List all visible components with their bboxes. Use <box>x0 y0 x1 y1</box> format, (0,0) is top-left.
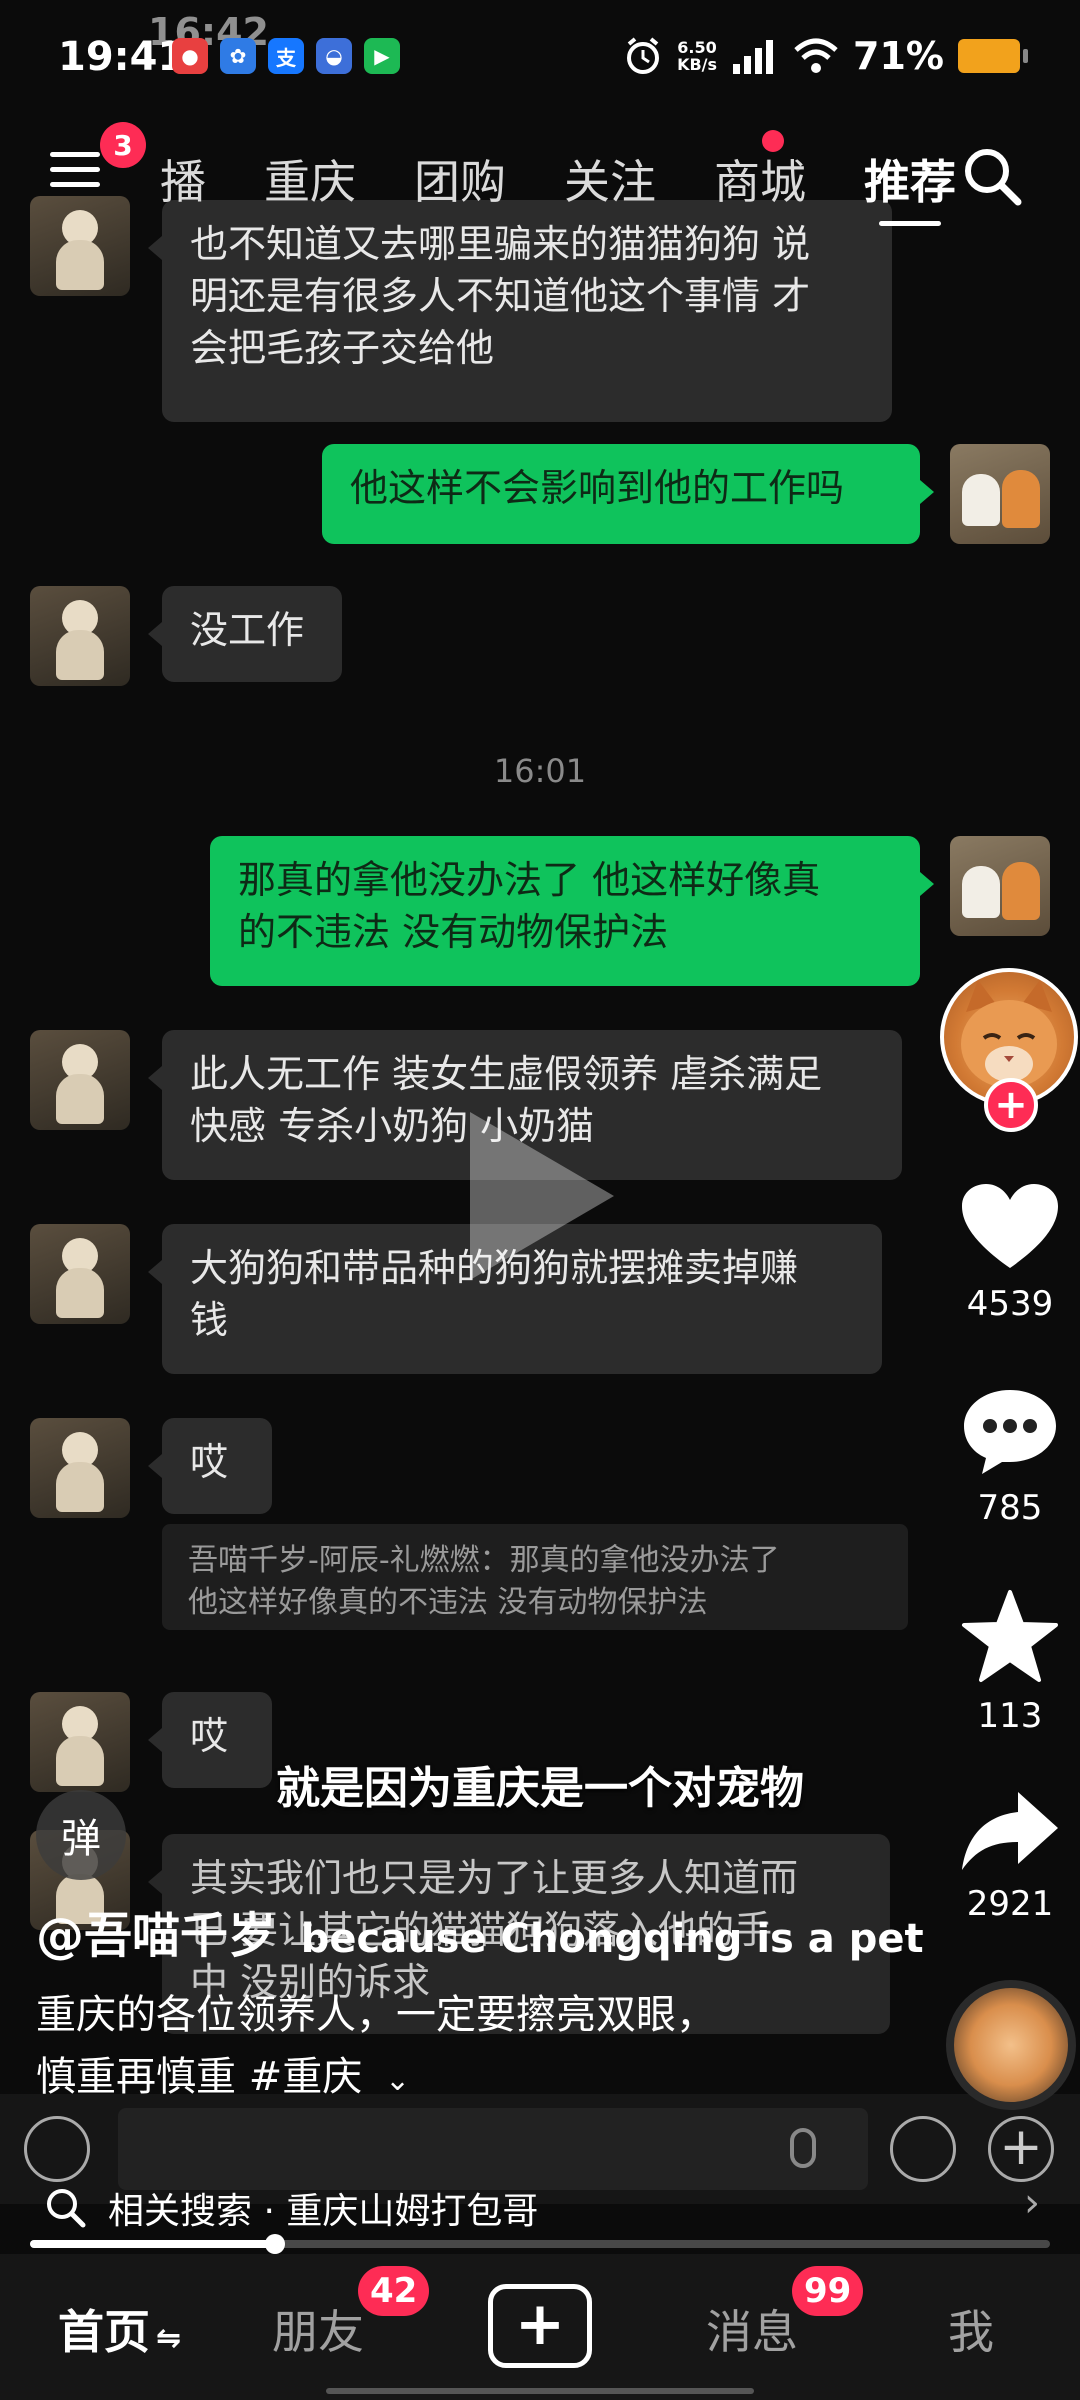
friends-badge: 42 <box>358 2266 430 2316</box>
chat-bubble-outgoing: 那真的拿他没办法了 他这样好像真 的不违法 没有动物保护法 <box>210 836 934 986</box>
nav-me[interactable]: 我 <box>948 2296 994 2362</box>
status-time: 19:41 <box>58 34 186 80</box>
video-subtitle: 就是因为重庆是一个对宠物 <box>276 1763 804 1814</box>
status-right: 6.50 KB/s 71% <box>623 34 1028 78</box>
bottom-nav: 首页 ⇋ 朋友 42 + 消息 99 我 <box>0 2254 1080 2400</box>
signal-icon <box>733 40 774 74</box>
tab-live[interactable]: 播 <box>160 146 206 212</box>
author-line: @吾喵千岁 because Chongqing is a pet <box>36 1896 924 1966</box>
battery-percent: 71% <box>853 34 944 78</box>
search-icon <box>47 2189 86 2228</box>
music-disc[interactable] <box>946 1980 1076 2110</box>
menu-button[interactable]: 3 <box>50 122 146 188</box>
contact-avatar <box>30 1030 130 1130</box>
status-bar: 16:42 19:41 ● ✿ 支 ◒ ▶ 6.50 KB/s 71% <box>0 0 1080 110</box>
progress-fill <box>30 2240 275 2248</box>
play-icon[interactable] <box>460 1106 620 1286</box>
favorite-button[interactable]: 113 <box>940 1588 1080 1736</box>
video-subtitle-en: because Chongqing is a pet <box>300 1916 924 1962</box>
like-button[interactable]: 4539 <box>940 1182 1080 1324</box>
tab-recommend[interactable]: 推荐 <box>864 146 956 226</box>
search-icon[interactable] <box>960 144 1024 208</box>
alipay-icon: 支 <box>268 38 304 74</box>
play-store-icon: ▶ <box>364 38 400 74</box>
video-progress-bar[interactable] <box>30 2234 1050 2254</box>
author-name[interactable]: @吾喵千岁 <box>36 1908 276 1964</box>
cloud-app-icon: ◒ <box>316 38 352 74</box>
create-button[interactable]: + <box>488 2284 592 2368</box>
chat-bubble-incoming: 没工作 <box>148 586 342 682</box>
chevron-right-icon: › <box>1024 2180 1040 2226</box>
progress-knob[interactable] <box>264 2234 285 2254</box>
comment-count: 785 <box>977 1488 1043 1528</box>
share-icon <box>962 1792 1058 1870</box>
chat-timestamp: 16:01 <box>493 752 587 790</box>
my-avatar <box>950 444 1050 544</box>
tab-following[interactable]: 关注 <box>564 146 656 212</box>
video-screen[interactable]: 16:42 19:41 ● ✿ 支 ◒ ▶ 6.50 KB/s 71% 3 播 … <box>0 0 1080 2400</box>
mall-notification-dot <box>762 130 784 152</box>
top-nav: 3 播 重庆 团购 关注 商城 推荐 <box>0 110 1080 226</box>
video-description-line1: 重庆的各位领养人，一定要擦亮双眼， <box>36 1992 716 2038</box>
danmaku-toggle[interactable]: 弹 <box>36 1790 126 1880</box>
top-tabs: 播 重庆 团购 关注 商城 推荐 <box>160 146 1014 226</box>
notification-icons: ● ✿ 支 ◒ ▶ <box>172 38 400 74</box>
expand-chevron-icon[interactable]: ⌄ <box>385 2063 410 2098</box>
nav-friends[interactable]: 朋友 <box>272 2296 364 2362</box>
alarm-icon <box>627 37 660 74</box>
related-search-label: 相关搜索 · 重庆山姆打包哥 <box>108 2191 539 2232</box>
tab-group-buy[interactable]: 团购 <box>414 146 506 212</box>
refresh-icon: ⇋ <box>156 2321 182 2356</box>
follow-button[interactable]: + <box>984 1078 1038 1132</box>
tab-chongqing[interactable]: 重庆 <box>264 146 356 212</box>
app-notification-icon: ● <box>172 38 208 74</box>
share-button[interactable]: 2921 <box>940 1788 1080 1924</box>
favorite-count: 113 <box>977 1696 1043 1736</box>
nav-home[interactable]: 首页 ⇋ <box>58 2296 181 2362</box>
baidu-icon: ✿ <box>220 38 256 74</box>
quoted-message: 吾喵千岁-阿辰-礼燃燃：那真的拿他没办法了 他这样好像真的不违法 没有动物保护法 <box>162 1524 908 1630</box>
chat-bubble-outgoing: 他这样不会影响到他的工作吗 <box>322 444 934 544</box>
messages-badge: 99 <box>792 2266 864 2316</box>
star-icon <box>962 1590 1058 1682</box>
comment-icon <box>964 1390 1056 1474</box>
contact-avatar <box>30 1224 130 1324</box>
contact-avatar <box>30 1418 130 1518</box>
battery-icon <box>958 39 1028 73</box>
network-speed: 6.50 KB/s <box>677 38 718 74</box>
my-avatar <box>950 836 1050 936</box>
contact-avatar <box>30 586 130 686</box>
menu-badge: 3 <box>100 122 146 168</box>
related-search[interactable]: 相关搜索 · 重庆山姆打包哥 › <box>0 2168 1080 2242</box>
comment-button[interactable]: 785 <box>940 1386 1080 1528</box>
nav-messages[interactable]: 消息 <box>706 2296 798 2362</box>
contact-avatar <box>30 196 130 296</box>
tab-mall[interactable]: 商城 <box>714 146 806 212</box>
share-count: 2921 <box>966 1884 1054 1924</box>
home-indicator <box>326 2388 754 2394</box>
mic-icon[interactable] <box>790 2128 816 2168</box>
like-count: 4539 <box>966 1284 1054 1324</box>
chat-bubble-incoming: 哎 <box>148 1418 272 1514</box>
heart-icon <box>962 1184 1058 1268</box>
wifi-icon <box>794 38 838 73</box>
chat-bubble-incoming: 也不知道又去哪里骗来的猫猫狗狗 说 明还是有很多人不知道他这个事情 才 会把毛孩… <box>148 200 892 422</box>
